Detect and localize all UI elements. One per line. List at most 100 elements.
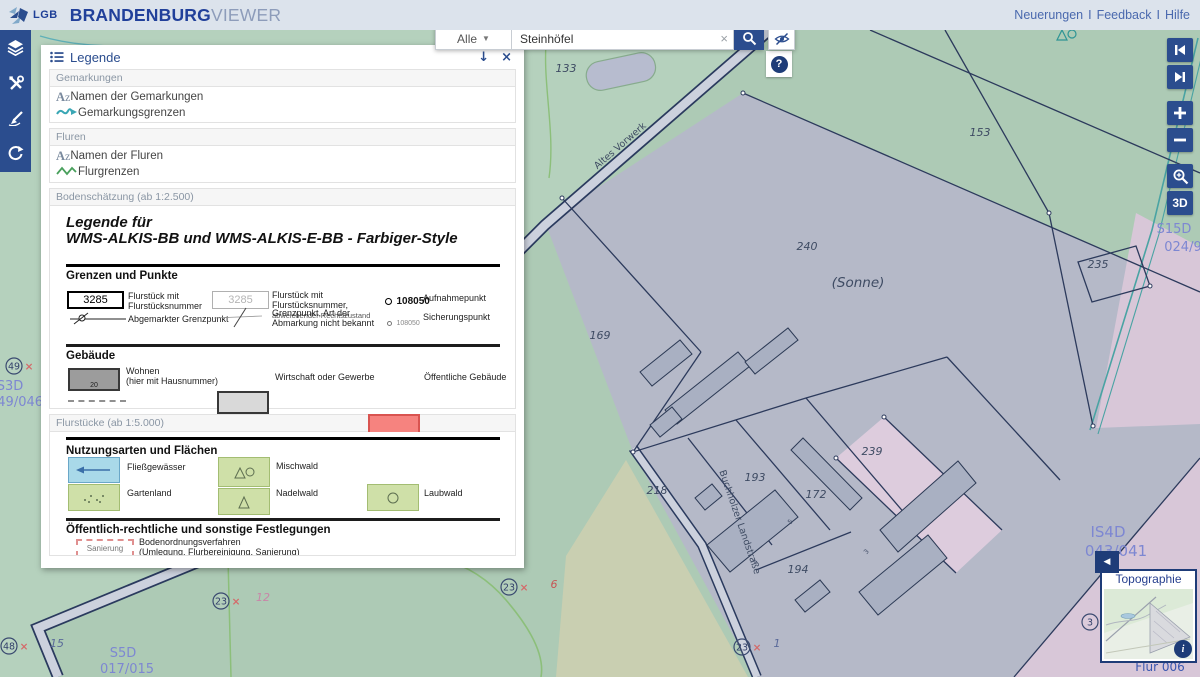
survey-marker: 23×: [734, 639, 761, 655]
dashed-symbol: [68, 400, 126, 402]
section-header[interactable]: Gemarkungen: [50, 70, 515, 87]
next-extent-button[interactable]: [1167, 65, 1193, 89]
zoom-in-button[interactable]: [1167, 101, 1193, 125]
hide-marker-button[interactable]: [768, 27, 795, 50]
draw-icon: [8, 110, 24, 126]
clear-search-icon[interactable]: ×: [720, 31, 728, 47]
map-label: 15: [50, 637, 64, 650]
legend-item: Gemarkungsgrenzen: [50, 105, 515, 121]
festlegungen-header: Öffentlich-rechtliche und sonstige Festl…: [66, 524, 331, 536]
svg-text:23: 23: [215, 597, 227, 608]
section-header[interactable]: Fluren: [50, 129, 515, 146]
wavy-line-icon: [56, 106, 78, 121]
search-category-select[interactable]: Alle ▼: [435, 27, 512, 50]
refresh-button[interactable]: [0, 135, 31, 170]
link-feedback[interactable]: Feedback: [1097, 8, 1152, 22]
minimize-panel-button[interactable]: ↓: [475, 50, 492, 65]
eagle-icon: [8, 5, 30, 25]
refresh-icon: [8, 145, 24, 161]
top-links: Neuerungen I Feedback I Hilfe: [1014, 8, 1190, 22]
map-label: 235: [1088, 258, 1109, 271]
sicherungspunkt-symbol: 108050: [387, 312, 420, 330]
zigzag-line-icon: [56, 165, 78, 180]
wirtschaft-label: Wirtschaft oder Gewerbe: [275, 372, 375, 382]
map-label: 049/046: [0, 395, 43, 410]
section-header[interactable]: Bodenschätzung (ab 1:2.500): [50, 189, 515, 206]
legend-section-flurstuecke: Flurstücke (ab 1:5.000) Nutzungsarten un…: [49, 414, 516, 556]
link-separator: I: [1088, 8, 1091, 22]
legend-section-fluren: Fluren Az Namen der Fluren Flurgrenzen: [49, 128, 516, 183]
link-separator: I: [1157, 8, 1160, 22]
search-bar: Alle ▼ ×: [435, 27, 795, 50]
link-neuerungen[interactable]: Neuerungen: [1014, 8, 1083, 22]
help-button[interactable]: ?: [766, 51, 792, 77]
svg-text:48: 48: [3, 642, 15, 653]
legend-title: Legende: [70, 50, 121, 65]
search-input[interactable]: [512, 28, 733, 49]
fliessgewaesser-symbol: [68, 457, 120, 483]
az-icon: Az: [56, 149, 70, 164]
svg-text:3: 3: [1087, 618, 1093, 629]
previous-extent-button[interactable]: [1167, 38, 1193, 62]
legend-item: Az Namen der Gemarkungen: [50, 89, 515, 105]
zoom-out-button[interactable]: [1167, 128, 1193, 152]
plus-icon: [1173, 106, 1187, 120]
mischwald-symbol: [218, 457, 270, 487]
svg-text:23: 23: [736, 643, 748, 654]
map-label: 240: [797, 240, 818, 253]
map-label: 193: [745, 471, 766, 484]
az-icon: Az: [56, 90, 70, 105]
close-panel-button[interactable]: ×: [498, 50, 515, 65]
overview-map-widget[interactable]: Topographie i: [1100, 569, 1197, 663]
map-label: 1: [774, 637, 781, 650]
minus-icon: [1173, 133, 1187, 147]
bodenordnung-label: Bodenordnungsverfahren(Umlegung, Flurber…: [139, 537, 300, 555]
wohnen-label: Wohnen(hier mit Hausnummer): [126, 366, 218, 386]
flurstuecke-legend-graphic: Nutzungsarten und Flächen Fließgewässer …: [50, 432, 515, 555]
sicherungspunkt-label: Sicherungspunkt: [423, 312, 490, 322]
draw-measure-button[interactable]: [0, 100, 31, 135]
alkis-title-line1: Legende für: [66, 215, 152, 231]
map-label: 153: [970, 126, 991, 139]
map-label: 218: [647, 484, 668, 497]
layers-button[interactable]: [0, 30, 31, 65]
layers-icon: [7, 39, 24, 56]
map-label: 6: [551, 578, 558, 591]
survey-marker: 48×: [1, 638, 28, 654]
tools-button[interactable]: [0, 65, 31, 100]
map-label: 172: [806, 488, 827, 501]
oeffentlich-label: Öffentliche Gebäude: [424, 372, 506, 382]
map-label: (Sonne): [832, 275, 885, 291]
overview-info-button[interactable]: i: [1174, 640, 1192, 658]
map-label: S3D: [0, 379, 23, 394]
app-title-light: VIEWER: [211, 5, 281, 25]
map-label: 194: [788, 563, 809, 576]
info-icon: i: [1182, 644, 1185, 655]
sanierung-symbol: Sanierung: [76, 539, 134, 555]
lgb-logo[interactable]: LGB: [8, 5, 58, 25]
zoom-box-button[interactable]: [1167, 164, 1193, 188]
section-header[interactable]: Flurstücke (ab 1:5.000): [50, 415, 515, 432]
collapse-arrow-icon: ◀: [1104, 557, 1111, 567]
map-label: 12: [256, 591, 270, 604]
map-label: 169: [590, 329, 611, 342]
survey-marker: 23×: [501, 579, 528, 595]
legend-panel: Legende ↓ × Gemarkungen Az Namen der Gem…: [41, 45, 524, 568]
flurstueck-symbol: 3285: [67, 291, 124, 309]
legend-item-label: Namen der Gemarkungen: [70, 91, 203, 103]
tools-icon: [8, 75, 24, 91]
nadelwald-symbol: [218, 488, 270, 515]
search-button[interactable]: [734, 27, 764, 50]
logo-text: LGB: [33, 9, 58, 21]
search-category-value: Alle: [457, 32, 477, 46]
aufnahmepunkt-label: Aufnahmepunkt: [423, 293, 486, 303]
search-icon: [742, 31, 757, 46]
overview-collapse-button[interactable]: ◀: [1095, 551, 1119, 573]
3d-view-button[interactable]: 3D: [1167, 191, 1193, 215]
wohnen-symbol: 20: [68, 368, 120, 391]
map-label: S5D: [110, 646, 137, 661]
app-title-bold: BRANDENBURG: [70, 5, 211, 25]
legend-item-label: Gemarkungsgrenzen: [78, 107, 185, 119]
link-hilfe[interactable]: Hilfe: [1165, 8, 1190, 22]
laubwald-label: Laubwald: [424, 488, 463, 498]
